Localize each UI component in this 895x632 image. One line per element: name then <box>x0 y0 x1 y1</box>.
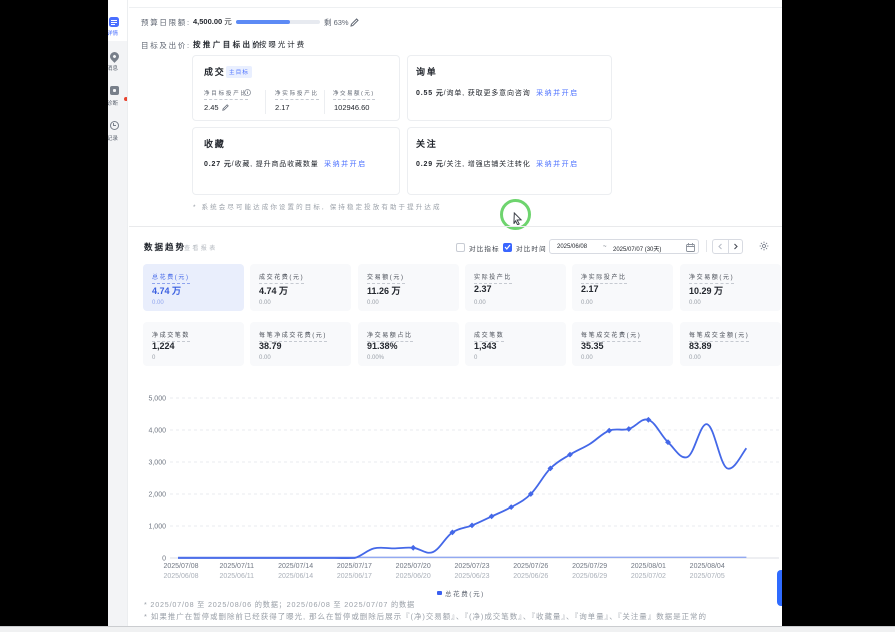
svg-text:5,000: 5,000 <box>148 396 166 403</box>
svg-text:2025/06/11: 2025/06/11 <box>220 573 255 580</box>
svg-text:1,000: 1,000 <box>148 524 166 531</box>
svg-text:2025/07/23: 2025/07/23 <box>454 563 489 570</box>
svg-text:2025/06/29: 2025/06/29 <box>572 573 607 580</box>
svg-text:2025/06/23: 2025/06/23 <box>454 573 489 580</box>
svg-text:2025/07/08: 2025/07/08 <box>163 563 198 570</box>
svg-text:2025/07/14: 2025/07/14 <box>278 563 313 570</box>
svg-text:2025/07/17: 2025/07/17 <box>337 563 372 570</box>
svg-text:2025/06/20: 2025/06/20 <box>396 573 431 580</box>
svg-text:4,000: 4,000 <box>148 428 166 435</box>
svg-text:2025/07/11: 2025/07/11 <box>220 563 255 570</box>
svg-text:2025/06/14: 2025/06/14 <box>278 573 313 580</box>
svg-text:2025/06/17: 2025/06/17 <box>337 573 372 580</box>
svg-text:2025/07/02: 2025/07/02 <box>631 573 666 580</box>
svg-text:0: 0 <box>162 556 166 563</box>
svg-text:2025/07/05: 2025/07/05 <box>690 573 725 580</box>
svg-text:2025/06/08: 2025/06/08 <box>163 573 198 580</box>
svg-text:2025/08/04: 2025/08/04 <box>690 563 725 570</box>
svg-text:2,000: 2,000 <box>148 492 166 499</box>
svg-text:2025/08/01: 2025/08/01 <box>631 563 666 570</box>
svg-text:2025/06/26: 2025/06/26 <box>513 573 548 580</box>
svg-text:2025/07/29: 2025/07/29 <box>572 563 607 570</box>
svg-text:3,000: 3,000 <box>148 460 166 467</box>
svg-text:2025/07/20: 2025/07/20 <box>396 563 431 570</box>
svg-text:2025/07/26: 2025/07/26 <box>513 563 548 570</box>
